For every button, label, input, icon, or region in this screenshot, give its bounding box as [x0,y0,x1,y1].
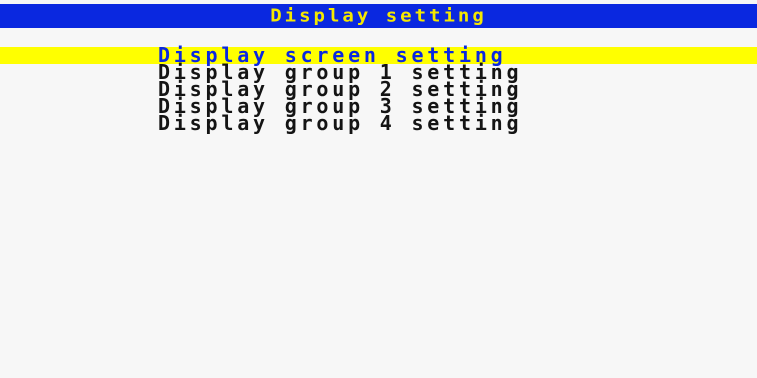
title-bar: Display setting [0,4,757,28]
settings-menu: Display screen setting Display group 1 s… [0,45,757,135]
page-title: Display setting [270,5,487,27]
display-setting-screen: Display setting Display screen setting D… [0,0,757,378]
menu-item-label: Display group 4 setting [158,111,523,135]
menu-item-display-group-4-setting[interactable]: Display group 4 setting [0,111,757,135]
